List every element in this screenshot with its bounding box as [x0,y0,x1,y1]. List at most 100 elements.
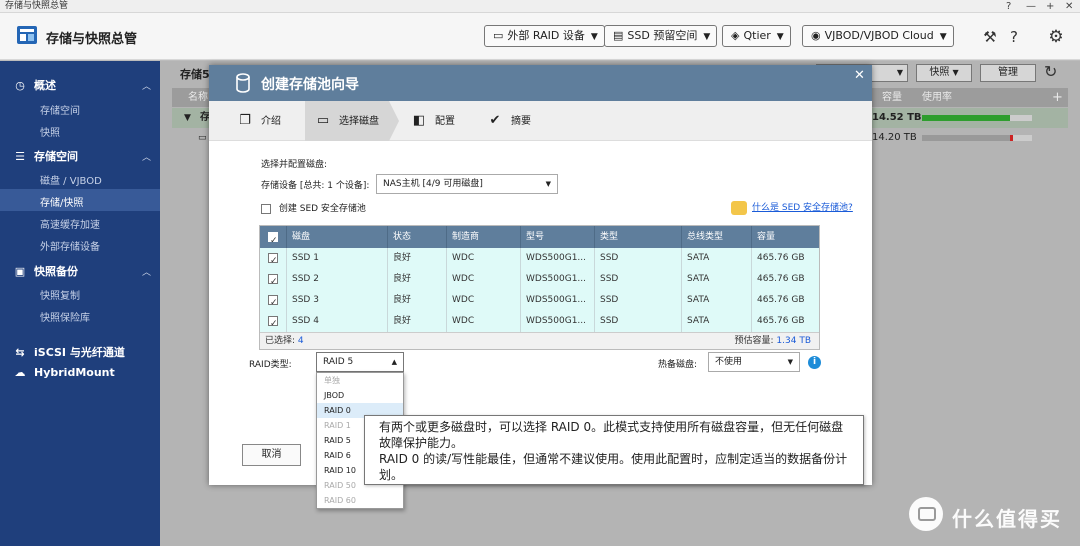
disk-checkbox[interactable] [268,272,278,290]
tooltip-line-2: RAID 0 的读/写性能最佳，但通常不建议使用。使用此配置时，应制定适当的数据… [379,452,848,482]
disk-model: WDS500G1... [520,269,594,290]
help-window-button[interactable]: ? [1006,0,1011,13]
sed-checkbox[interactable] [261,203,271,214]
raid-device-icon: ▭ [493,29,504,42]
device-value: NAS主机 [4/9 可用磁盘] [383,179,483,189]
disk-manufacturer: WDC [446,290,520,311]
qtier-button[interactable]: ◈ Qtier ▼ [722,25,791,47]
sidebar-section-hybridmount[interactable]: ☁ HybridMount [12,366,115,379]
background-snapshot-button[interactable]: 快照 ▼ [916,64,972,82]
volume-capacity: 14.20 TB [872,132,917,143]
snapshot-button-label: 快照 [929,67,950,78]
add-column-icon[interactable]: + [1052,88,1063,107]
hot-spare-label: 热备磁盘: [658,360,698,370]
disk-checkbox-cell[interactable] [260,248,286,269]
sed-checkbox-row[interactable]: 创建 SED 安全存储池 [261,201,366,214]
column-header-model[interactable]: 型号 [520,226,594,248]
sidebar-item-storage-space[interactable]: 存储空间 [40,102,80,117]
chevron-down-icon[interactable]: ▼ [184,108,191,128]
raid-type-select[interactable]: RAID 5 ▲ [316,352,404,372]
disk-row[interactable]: SSD 1 良好 WDC WDS500G1... SSD SATA 465.76… [260,248,819,269]
vjbod-label: VJBOD/VJBOD Cloud [824,29,934,42]
help-icon[interactable]: ? [1004,27,1024,47]
pool-capacity: 14.52 TB [872,112,922,123]
disk-checkbox[interactable] [268,293,278,311]
usage-bar [922,135,1032,141]
ssd-reserved-button[interactable]: ▤ SSD 预留空间 ▼ [604,25,718,47]
column-header-type[interactable]: 类型 [594,226,681,248]
disk-row[interactable]: SSD 4 良好 WDC WDS500G1... SSD SATA 465.76… [260,311,819,332]
disk-manufacturer: WDC [446,311,520,332]
disk-name: SSD 2 [286,269,387,290]
storage-device-select[interactable]: NAS主机 [4/9 可用磁盘] ▼ [376,174,558,194]
disk-type: SSD [594,248,681,269]
storage-app-icon [17,26,37,44]
chevron-down-icon: ▼ [952,68,959,77]
disk-row[interactable]: SSD 3 良好 WDC WDS500G1... SSD SATA 465.76… [260,290,819,311]
chevron-up-icon[interactable]: ︿ [142,150,151,163]
disk-icon: ▭ [316,113,330,128]
sidebar-section-iscsi[interactable]: ⇆ iSCSI 与光纤通道 [12,344,124,360]
sidebar-item-cache-acceleration[interactable]: 高速缓存加速 [40,216,100,231]
column-header-disk[interactable]: 磁盘 [286,226,387,248]
storage-label: 存储空间 [34,150,78,163]
sidebar-item-snapshot-vault[interactable]: 快照保险库 [40,309,90,324]
select-all-checkbox-cell[interactable] [260,226,286,248]
disk-checkbox[interactable] [268,314,278,332]
background-manage-button[interactable]: 管理 [980,64,1036,82]
column-header-capacity[interactable]: 容量 [751,226,821,248]
disk-status: 良好 [387,290,446,311]
disk-checkbox-cell[interactable] [260,290,286,311]
raid0-tooltip: 有两个或更多磁盘时，可以选择 RAID 0。此模式支持使用所有磁盘容量，但无任何… [364,415,864,485]
disk-type: SSD [594,311,681,332]
usage-bar-fill [922,115,1010,121]
disk-name: SSD 3 [286,290,387,311]
select-all-checkbox[interactable] [268,230,278,248]
disk-checkbox[interactable] [268,251,278,269]
disk-table: 磁盘 状态 制造商 型号 类型 总线类型 容量 SSD 1 良好 WDC WDS… [259,225,820,350]
maximize-button[interactable]: + [1046,0,1054,13]
capacity-column-header: 容量 [882,92,902,103]
refresh-icon[interactable]: ↻ [1044,62,1057,81]
sidebar-section-snapshot-backup[interactable]: ▣ 快照备份 [12,263,78,279]
disk-checkbox-cell[interactable] [260,269,286,290]
sidebar-section-overview[interactable]: ◷ 概述 [12,77,56,93]
sidebar-item-snapshot[interactable]: 快照 [40,124,60,139]
disk-name: SSD 4 [286,311,387,332]
column-header-status[interactable]: 状态 [387,226,446,248]
sidebar-item-snapshot-replica[interactable]: 快照复制 [40,287,80,302]
selected-summary: 已选择: 4 [265,333,304,350]
chevron-down-icon: ▼ [896,68,903,77]
estimated-capacity: 预估容量: 1.34 TB [735,333,812,350]
sed-checkbox-label: 创建 SED 安全存储池 [278,204,366,214]
disk-checkbox-cell[interactable] [260,311,286,332]
info-icon[interactable]: i [808,356,821,369]
usage-bar [922,115,1032,121]
external-raid-label: 外部 RAID 设备 [507,29,585,42]
vjbod-button[interactable]: ◉ VJBOD/VJBOD Cloud ▼ [802,25,954,47]
sed-info-link[interactable]: 什么是 SED 安全存储池? [731,200,853,215]
minimize-button[interactable]: — [1026,0,1036,13]
cancel-button[interactable]: 取消 [242,444,301,466]
sidebar-item-disks-vjbod[interactable]: 磁盘 / VJBOD [40,172,102,187]
close-icon[interactable]: ✕ [854,68,865,83]
cloud-icon: ☁ [14,366,26,379]
column-header-bus-type[interactable]: 总线类型 [681,226,751,248]
raid-option-jbod[interactable]: JBOD [317,388,403,403]
chevron-down-icon: ▼ [939,32,947,42]
sidebar-item-storage-snapshot[interactable]: 存储/快照 [40,194,83,209]
disk-status: 良好 [387,269,446,290]
sidebar-item-external-storage[interactable]: 外部存储设备 [40,238,100,253]
tools-icon[interactable]: ⚒ [980,27,1000,47]
column-header-manufacturer[interactable]: 制造商 [446,226,520,248]
raid-option-raid60: RAID 60 [324,496,356,505]
gear-icon[interactable]: ⚙ [1046,27,1066,47]
chevron-up-icon[interactable]: ︿ [142,79,151,92]
chevron-up-icon[interactable]: ︿ [142,265,151,278]
hot-spare-select[interactable]: 不使用 ▼ [708,352,800,372]
disk-row[interactable]: SSD 2 良好 WDC WDS500G1... SSD SATA 465.76… [260,269,819,290]
sidebar-section-storage[interactable]: ☰ 存储空间 [12,148,78,164]
close-window-button[interactable]: ✕ [1065,0,1073,13]
external-raid-button[interactable]: ▭ 外部 RAID 设备 ▼ [484,25,605,47]
step-label: 选择磁盘 [339,116,379,127]
